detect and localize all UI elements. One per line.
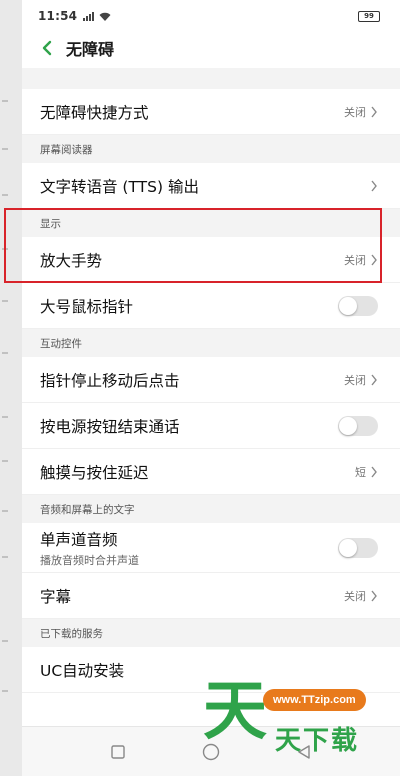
- wifi-icon: [99, 12, 111, 21]
- row-label: 按电源按钮结束通话: [40, 417, 180, 436]
- row-label: 文字转语音 (TTS) 输出: [40, 177, 199, 196]
- row-mono-audio[interactable]: 单声道音频 播放音频时合并声道: [22, 523, 400, 573]
- row-value: 关闭: [344, 589, 366, 603]
- row-sublabel: 播放音频时合并声道: [40, 553, 139, 567]
- toggle-knob: [339, 538, 357, 557]
- chevron-right-icon: [371, 374, 377, 385]
- watermark-text: 天下载: [275, 726, 360, 756]
- toggle-knob: [339, 296, 357, 315]
- row-tts-output[interactable]: 文字转语音 (TTS) 输出: [22, 163, 400, 209]
- settings-panel: 11:54 99 无障碍 无障碍快捷方式 关闭 屏幕阅读器 文字转语音 (TTS…: [22, 0, 400, 776]
- status-bar: 11:54 99: [22, 0, 400, 32]
- section-spacer: [22, 68, 400, 89]
- chevron-right-icon: [371, 466, 377, 477]
- row-value: 短: [355, 465, 366, 479]
- row-power-button-ends-call[interactable]: 按电源按钮结束通话: [22, 403, 400, 449]
- status-time: 11:54: [38, 9, 78, 23]
- section-header-display: 显示: [22, 209, 400, 237]
- power-ends-call-toggle[interactable]: [338, 415, 378, 436]
- battery-icon: 99: [358, 10, 380, 22]
- row-text-stack: 单声道音频 播放音频时合并声道: [40, 528, 338, 568]
- row-click-after-pointer-stops[interactable]: 指针停止移动后点击 关闭: [22, 357, 400, 403]
- section-header-interaction: 互动控件: [22, 329, 400, 357]
- page-title: 无障碍: [66, 40, 115, 59]
- toggle-knob: [339, 416, 357, 435]
- row-touch-hold-delay[interactable]: 触摸与按住延迟 短: [22, 449, 400, 495]
- row-label: 字幕: [40, 587, 72, 606]
- row-captions[interactable]: 字幕 关闭: [22, 573, 400, 619]
- section-header-audio-text: 音频和屏幕上的文字: [22, 495, 400, 523]
- chevron-right-icon: [371, 590, 377, 601]
- row-label: 触摸与按住延迟: [40, 463, 149, 482]
- chevron-right-icon: [371, 180, 377, 191]
- mono-audio-toggle[interactable]: [338, 537, 378, 558]
- site-watermark: 天 www.TTzip.com 天下载: [185, 676, 400, 776]
- row-label: 单声道音频: [40, 530, 118, 549]
- row-label: 指针停止移动后点击: [40, 371, 180, 390]
- section-header-downloaded-services: 已下载的服务: [22, 619, 400, 647]
- row-label: 大号鼠标指针: [40, 297, 134, 316]
- chevron-right-icon: [371, 254, 377, 265]
- row-large-pointer[interactable]: 大号鼠标指针: [22, 283, 400, 329]
- background-app-edge: [0, 0, 22, 776]
- row-value: 关闭: [344, 253, 366, 267]
- chevron-right-icon: [371, 106, 377, 117]
- row-value: 关闭: [344, 105, 366, 119]
- chevron-left-icon[interactable]: [38, 39, 56, 57]
- row-label: 无障碍快捷方式: [40, 103, 149, 122]
- row-accessibility-shortcut[interactable]: 无障碍快捷方式 关闭: [22, 89, 400, 135]
- row-magnification-gesture[interactable]: 放大手势 关闭: [22, 237, 400, 283]
- large-pointer-toggle[interactable]: [338, 295, 378, 316]
- watermark-logo: 天: [203, 675, 267, 749]
- watermark-url: www.TTzip.com: [263, 689, 366, 711]
- row-label: 放大手势: [40, 251, 103, 270]
- section-header-screen-reader: 屏幕阅读器: [22, 135, 400, 163]
- signal-icon: [83, 11, 95, 21]
- row-value: 关闭: [344, 373, 366, 387]
- square-icon[interactable]: [109, 743, 127, 761]
- title-bar: 无障碍: [22, 32, 400, 64]
